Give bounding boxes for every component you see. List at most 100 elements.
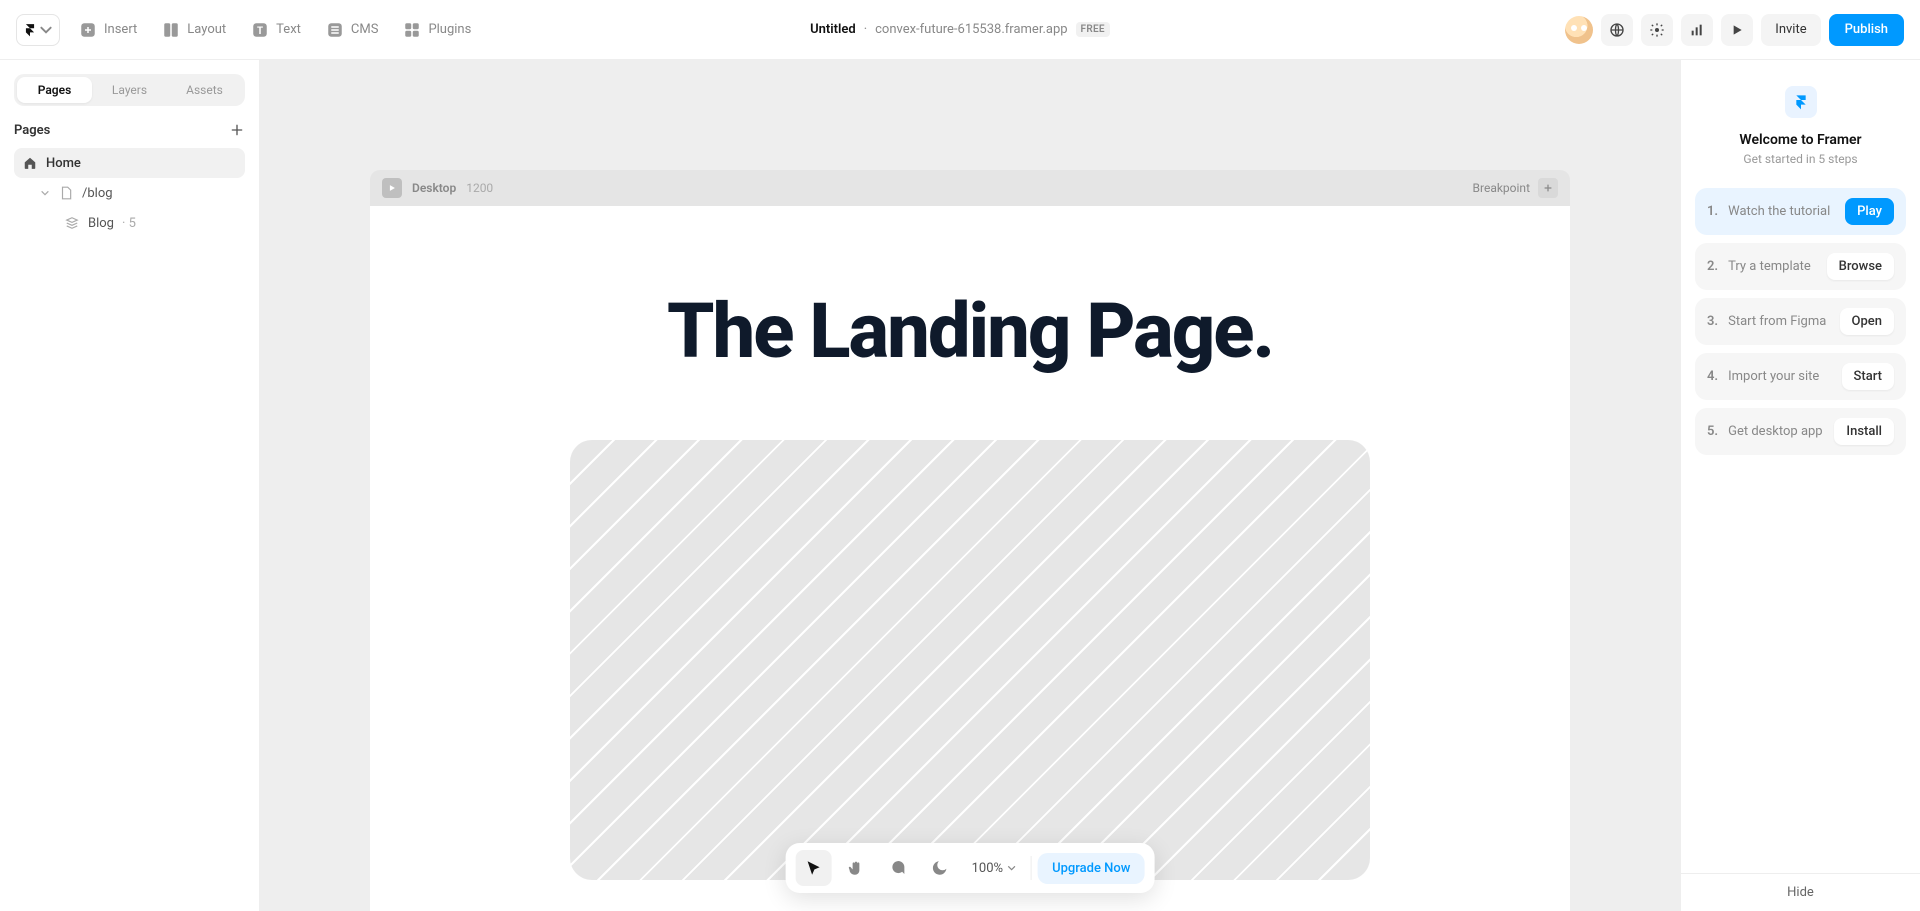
tab-layers[interactable]: Layers xyxy=(92,77,167,103)
zoom-control[interactable]: 100% xyxy=(964,861,1025,876)
zoom-value: 100% xyxy=(972,861,1003,876)
text-icon: T xyxy=(250,20,270,40)
analytics-button[interactable] xyxy=(1681,14,1713,46)
frame-preview-button[interactable] xyxy=(382,178,402,198)
menu-cms[interactable]: CMS xyxy=(319,14,385,46)
step-import-site: 4. Import your site Start xyxy=(1695,353,1906,400)
pages-section-title: Pages xyxy=(14,123,50,138)
breakpoint-label: Breakpoint xyxy=(1473,181,1530,195)
step-number: 1. xyxy=(1707,204,1718,219)
add-breakpoint-button[interactable] xyxy=(1538,178,1558,198)
pages-section-header: Pages xyxy=(14,122,245,138)
layout-icon xyxy=(161,20,181,40)
step-action-start[interactable]: Start xyxy=(1842,363,1894,390)
page-label: Home xyxy=(46,156,81,171)
title-separator: · xyxy=(864,22,867,37)
database-icon xyxy=(325,20,345,40)
cursor-icon xyxy=(805,859,823,877)
add-page-button[interactable] xyxy=(229,122,245,138)
frame-header: Desktop 1200 Breakpoint xyxy=(370,170,1570,206)
step-number: 4. xyxy=(1707,369,1718,384)
step-number: 3. xyxy=(1707,314,1718,329)
right-panel: Welcome to Framer Get started in 5 steps… xyxy=(1680,60,1920,911)
project-url[interactable]: convex-future-615538.framer.app xyxy=(875,22,1067,37)
play-button[interactable] xyxy=(1721,14,1753,46)
chevron-down-icon xyxy=(1007,863,1017,873)
page-icon xyxy=(58,185,74,201)
welcome-title: Welcome to Framer xyxy=(1695,132,1906,148)
page-count: · 5 xyxy=(122,216,136,231)
design-frame[interactable]: Desktop 1200 Breakpoint The Landing Page… xyxy=(370,170,1570,911)
gear-icon xyxy=(1649,22,1665,38)
framer-logo-icon xyxy=(23,23,37,37)
page-label: /blog xyxy=(82,186,113,201)
image-placeholder[interactable] xyxy=(570,440,1370,880)
moon-icon xyxy=(931,859,949,877)
topbar-left: Insert Layout T Text CMS Plugins xyxy=(16,14,645,46)
tool-pointer[interactable] xyxy=(796,850,832,886)
breakpoint-group: Breakpoint xyxy=(1473,178,1558,198)
menu-insert[interactable]: Insert xyxy=(72,14,143,46)
svg-text:T: T xyxy=(257,25,263,36)
step-number: 5. xyxy=(1707,424,1718,439)
plan-badge: FREE xyxy=(1076,22,1110,37)
welcome-subtitle: Get started in 5 steps xyxy=(1695,152,1906,166)
left-panel-tabs: Pages Layers Assets xyxy=(14,74,245,106)
step-action-play[interactable]: Play xyxy=(1845,198,1894,225)
upgrade-button[interactable]: Upgrade Now xyxy=(1038,853,1144,884)
framer-logo-icon xyxy=(1793,94,1809,110)
grid-icon xyxy=(402,20,422,40)
chevron-down-icon xyxy=(39,23,53,37)
plus-icon xyxy=(1543,183,1553,193)
welcome-logo xyxy=(1785,86,1817,118)
tab-pages[interactable]: Pages xyxy=(17,77,92,103)
topbar-center: Untitled · convex-future-615538.framer.a… xyxy=(645,22,1274,37)
hand-icon xyxy=(847,859,865,877)
step-watch-tutorial: 1. Watch the tutorial Play xyxy=(1695,188,1906,235)
frame-body[interactable]: The Landing Page. xyxy=(370,206,1570,911)
hide-panel-button[interactable]: Hide xyxy=(1681,873,1920,911)
step-action-open[interactable]: Open xyxy=(1840,308,1894,335)
project-title[interactable]: Untitled xyxy=(810,22,856,37)
tool-theme[interactable] xyxy=(922,850,958,886)
page-label: Blog xyxy=(88,216,114,231)
step-number: 2. xyxy=(1707,259,1718,274)
step-label: Import your site xyxy=(1728,369,1819,384)
tool-hand[interactable] xyxy=(838,850,874,886)
home-icon xyxy=(22,155,38,171)
topbar: Insert Layout T Text CMS Plugins Untitle… xyxy=(0,0,1920,60)
settings-button[interactable] xyxy=(1641,14,1673,46)
bar-chart-icon xyxy=(1689,22,1705,38)
play-icon xyxy=(387,183,397,193)
step-label: Try a template xyxy=(1728,259,1811,274)
hero-title[interactable]: The Landing Page. xyxy=(440,286,1500,376)
step-label: Start from Figma xyxy=(1728,314,1826,329)
left-panel: Pages Layers Assets Pages Home /blog Blo… xyxy=(0,60,260,911)
frame-device-label[interactable]: Desktop xyxy=(412,181,456,195)
step-action-install[interactable]: Install xyxy=(1834,418,1894,445)
invite-button[interactable]: Invite xyxy=(1761,14,1820,46)
tool-comment[interactable] xyxy=(880,850,916,886)
page-row-home[interactable]: Home xyxy=(14,148,245,178)
user-avatar[interactable] xyxy=(1565,16,1593,44)
canvas[interactable]: Desktop 1200 Breakpoint The Landing Page… xyxy=(260,60,1680,911)
menu-layout[interactable]: Layout xyxy=(155,14,232,46)
topbar-right: Invite Publish xyxy=(1275,14,1904,46)
step-start-figma: 3. Start from Figma Open xyxy=(1695,298,1906,345)
main-area: Pages Layers Assets Pages Home /blog Blo… xyxy=(0,60,1920,911)
toolbar-divider xyxy=(1031,856,1032,880)
menu-plugins[interactable]: Plugins xyxy=(396,14,477,46)
step-action-browse[interactable]: Browse xyxy=(1827,253,1894,280)
menu-text[interactable]: T Text xyxy=(244,14,307,46)
step-label: Get desktop app xyxy=(1728,424,1823,439)
app-menu-button[interactable] xyxy=(16,14,60,46)
globe-button[interactable] xyxy=(1601,14,1633,46)
publish-button[interactable]: Publish xyxy=(1829,14,1904,46)
page-row-blog[interactable]: Blog · 5 xyxy=(14,208,245,238)
step-desktop-app: 5. Get desktop app Install xyxy=(1695,408,1906,455)
tab-assets[interactable]: Assets xyxy=(167,77,242,103)
comment-icon xyxy=(889,859,907,877)
page-row-blog-folder[interactable]: /blog xyxy=(14,178,245,208)
frame-width-label: 1200 xyxy=(466,181,493,195)
caret-down-icon xyxy=(40,188,50,198)
